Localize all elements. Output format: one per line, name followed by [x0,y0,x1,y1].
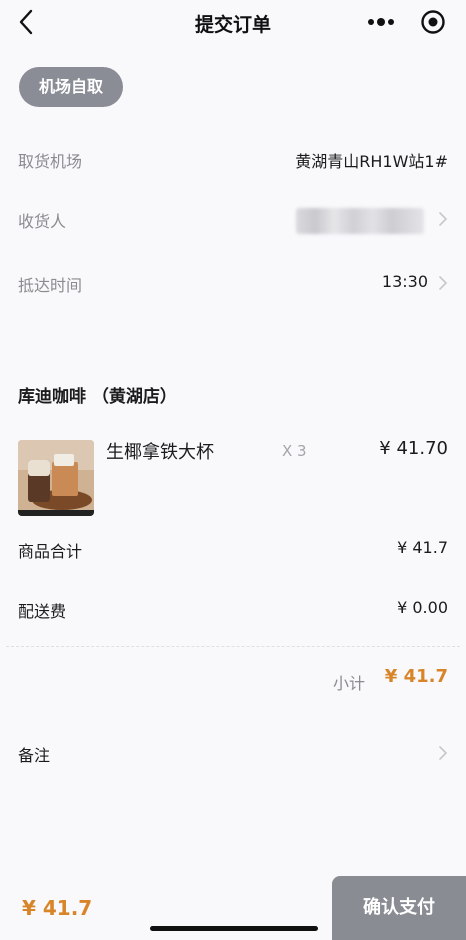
recipient-value-redacted [296,208,424,234]
chevron-right-icon [439,212,447,226]
subtotal-value: ¥ 41.7 [384,666,448,687]
target-icon[interactable] [420,9,446,35]
confirm-pay-button[interactable]: 确认支付 [332,876,466,940]
subtotal-label: 小计 [333,674,366,693]
divider [6,646,460,647]
delivery-fee-label: 配送费 [18,602,67,621]
product-image [18,440,94,516]
chevron-right-icon [439,276,447,290]
pickup-airport-label: 取货机场 [18,152,83,171]
delivery-fee-value: ¥ 0.00 [397,598,448,617]
arrival-time-value: 13:30 [381,272,428,291]
arrival-time-row[interactable]: 抵达时间 13:30 [18,268,448,298]
chevron-right-icon [439,746,447,760]
arrival-time-label: 抵达时间 [18,276,83,295]
home-indicator [150,926,318,931]
delivery-mode-pill[interactable]: 机场自取 [19,67,123,107]
remark-label: 备注 [18,746,51,765]
pickup-airport-value: 黄湖青山RH1W站1# [295,152,448,171]
nav-bar: 提交订单 [0,0,466,44]
recipient-label: 收货人 [18,212,67,231]
product-name: 生椰拿铁大杯 [106,442,214,463]
goods-total-value: ¥ 41.7 [397,538,448,557]
goods-total-label: 商品合计 [18,542,83,561]
remark-row[interactable]: 备注 [18,740,448,770]
footer-total: ¥ 41.7 [22,896,93,920]
product-quantity: X 3 [282,442,307,460]
recipient-row[interactable]: 收货人 [18,204,448,234]
shop-name: 库迪咖啡 （黄湖店） [18,387,177,407]
delivery-fee-row: 配送费 ¥ 0.00 [18,596,448,626]
more-icon[interactable] [366,8,396,36]
product-price: ¥ 41.70 [379,438,448,459]
pickup-airport-row[interactable]: 取货机场 黄湖青山RH1W站1# [18,144,448,174]
goods-total-row: 商品合计 ¥ 41.7 [18,536,448,566]
page-title: 提交订单 [194,14,271,36]
